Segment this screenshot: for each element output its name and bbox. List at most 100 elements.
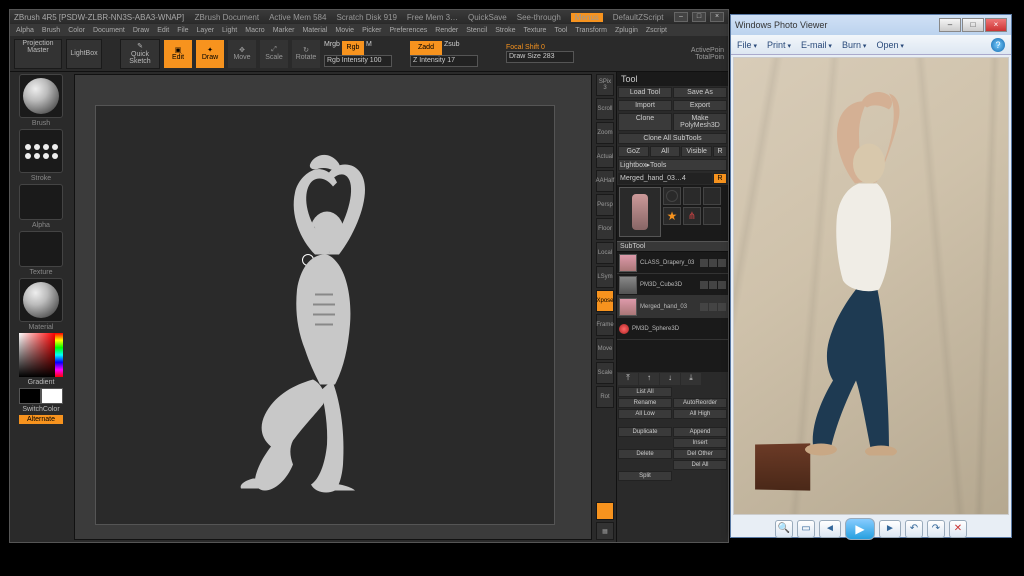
insert-button[interactable]: Insert [673,438,727,448]
help-icon[interactable]: ? [991,38,1005,52]
tool-header[interactable]: Tool [617,72,728,86]
subtool-item[interactable]: PM3D_Sphere3D [617,318,728,340]
delete-button[interactable]: ✕ [949,520,967,538]
wpv-menu-open[interactable]: Open [876,40,904,50]
subtool-item-active[interactable]: Merged_hand_03 [617,296,728,318]
append-button[interactable]: Append [673,427,727,437]
quicksave[interactable]: QuickSave [468,13,507,22]
alllow-button[interactable]: All Low [618,409,672,419]
subtool-vis-icons[interactable] [700,259,726,267]
quickpick-item[interactable] [703,207,721,225]
rename-button[interactable]: Rename [618,398,672,408]
lsym-button[interactable]: LSym [596,266,614,288]
current-tool[interactable]: Merged_hand_03…4 [618,173,712,184]
menu-item[interactable]: Marker [273,27,295,34]
goz-r-button[interactable]: R [713,146,727,157]
aahalf-button[interactable]: AAHalf [596,170,614,192]
menu-item[interactable]: Transform [575,27,607,34]
draw-size-slider[interactable]: Draw Size 283 [506,51,574,63]
menu-item[interactable]: Light [222,27,237,34]
edit-mode-button[interactable]: ▣Edit [164,40,192,68]
load-tool-button[interactable]: Load Tool [618,87,672,98]
zoom-button[interactable]: Zoom [596,122,614,144]
color-picker[interactable] [19,333,63,377]
menu-item[interactable]: Color [68,27,85,34]
subtool-item[interactable]: CLASS_Drapery_03 [617,252,728,274]
z-intensity-slider[interactable]: Z Intensity 17 [410,55,478,67]
menu-item[interactable]: Zscript [646,27,667,34]
switchcolor-button[interactable]: SwitchColor [12,406,70,413]
allhigh-button[interactable]: All High [673,409,727,419]
zsub-button[interactable]: Zsub [444,41,460,55]
quickpick-simplebrush[interactable]: ★ [663,207,681,225]
document[interactable] [95,105,555,525]
menu-item[interactable]: Brush [42,27,60,34]
rotate-cw-button[interactable]: ↷ [927,520,945,538]
seethrough[interactable]: See-through [517,13,561,22]
menu-item[interactable]: Layer [197,27,215,34]
subtool-vis-icons[interactable] [700,281,726,289]
make-polymesh-button[interactable]: Make PolyMesh3D [673,113,727,131]
black-swatch[interactable] [19,388,41,404]
menu-item[interactable]: Render [435,27,458,34]
canvas[interactable] [74,74,592,540]
subtool-vis-icons[interactable] [700,303,726,311]
material-slot[interactable] [19,278,63,322]
texture-slot[interactable] [19,231,63,267]
menu-item[interactable]: Zplugin [615,27,638,34]
subtool-header[interactable]: SubTool [617,241,728,252]
menu-item[interactable]: Texture [523,27,546,34]
xpose-button[interactable]: Xpose [596,290,614,312]
duplicate-button[interactable]: Duplicate [618,427,672,437]
scroll-button[interactable]: Scroll [596,98,614,120]
move-bottom-button[interactable]: ⤓ [681,373,701,385]
frame-button[interactable]: Frame [596,314,614,336]
alternate-button[interactable]: Alternate [19,415,63,424]
quick-sketch-button[interactable]: ✎ Quick Sketch [120,39,160,69]
taskbar[interactable] [0,556,1024,576]
menu-item[interactable]: Draw [133,27,149,34]
scale-mode-button[interactable]: ⤢Scale [260,40,288,68]
delall-button[interactable]: Del All [673,460,727,470]
gradient-label[interactable]: Gradient [12,379,70,386]
prev-button[interactable]: ◄ [819,520,841,538]
move-mode-button[interactable]: ✥Move [228,40,256,68]
wpv-close-button[interactable]: × [985,18,1007,32]
menu-item[interactable]: Document [93,27,125,34]
clone-button[interactable]: Clone [618,113,672,131]
menu-item[interactable]: Stencil [466,27,487,34]
focal-shift-slider[interactable]: Focal Shift 0 [506,44,574,51]
persp-button[interactable]: Persp [596,194,614,216]
quickpick-cylinder[interactable] [663,187,681,205]
delete-button[interactable]: Delete [618,449,672,459]
zadd-button[interactable]: Zadd [410,41,442,55]
maximize-button[interactable]: □ [692,12,706,22]
local-button[interactable]: Local [596,242,614,264]
actual-button[interactable]: Actual [596,146,614,168]
clone-all-button[interactable]: Clone All SubTools [618,133,727,144]
brush-slot[interactable] [19,74,63,118]
alpha-slot[interactable] [19,184,63,220]
listall-button[interactable]: List All [618,387,672,397]
nav-move-button[interactable]: Move [596,338,614,360]
zoom-out-button[interactable]: 🔍 [775,520,793,538]
close-button[interactable]: × [710,12,724,22]
hue-slider[interactable] [55,333,63,377]
lightbox-button[interactable]: LightBox [66,39,102,69]
default-script[interactable]: DefaultZScript [613,13,664,22]
wpv-menu-burn[interactable]: Burn [842,40,866,50]
menu-item[interactable]: File [177,27,188,34]
rotate-ccw-button[interactable]: ↶ [905,520,923,538]
move-up-button[interactable]: ↑ [639,373,659,385]
save-as-button[interactable]: Save As [673,87,727,98]
menu-item[interactable]: Edit [157,27,169,34]
r-flag[interactable]: R [713,173,727,184]
rgb-button[interactable]: Rgb [342,41,364,55]
quickpick-extract[interactable]: ⋔ [683,207,701,225]
menus-toggle[interactable]: Menus [571,13,603,22]
rgb-intensity-slider[interactable]: Rgb Intensity 100 [324,55,392,67]
projection-master-button[interactable]: Projection Master [14,39,62,69]
delother-button[interactable]: Del Other [673,449,727,459]
goz-button[interactable]: GoZ [618,146,649,157]
nav-rot-button[interactable]: Rot [596,386,614,408]
